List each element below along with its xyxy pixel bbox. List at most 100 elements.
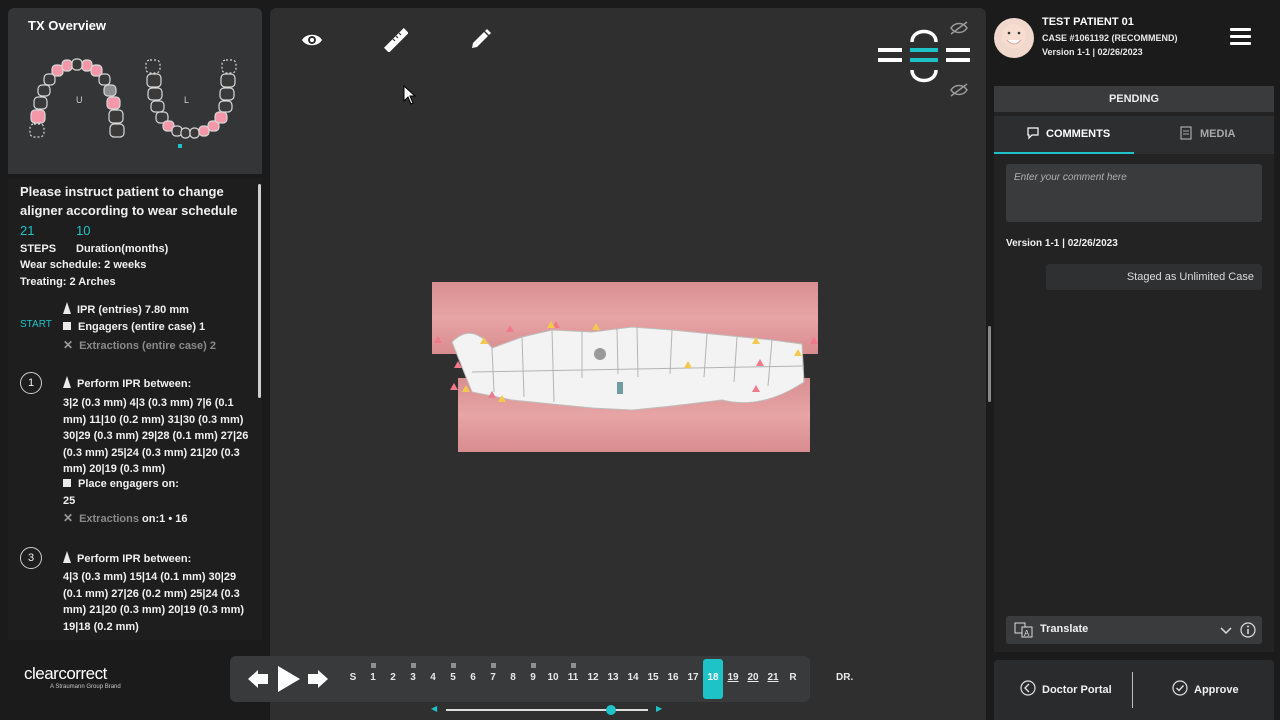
instructions-scrollbar[interactable] [258, 184, 261, 398]
step-1-badge: 1 [20, 372, 42, 394]
timeline-step-1[interactable]: 1 [364, 672, 382, 683]
ipr-triangle-icon [63, 302, 71, 314]
timeline-step-18[interactable]: 18 [704, 672, 722, 683]
timeline-marker [490, 663, 496, 668]
next-step-icon[interactable] [308, 670, 328, 688]
left-panel: TX Overview U L Please instruct patient … [8, 8, 262, 720]
step-1-engagers-details: 25 [63, 495, 76, 507]
viewer-scrollbar[interactable] [988, 326, 991, 402]
document-icon [1180, 126, 1192, 140]
arch-view-control[interactable] [874, 18, 974, 102]
timeline-step-12[interactable]: 12 [584, 672, 602, 683]
pencil-icon[interactable] [468, 28, 492, 52]
panel-tabs: COMMENTS MEDIA [994, 116, 1274, 154]
timeline-step-14[interactable]: 14 [624, 672, 642, 683]
eye-icon[interactable] [300, 28, 324, 52]
svg-text:A: A [1024, 629, 1030, 638]
tab-media[interactable]: MEDIA [1180, 116, 1235, 154]
clearcorrect-logo: clearcorrect A Straumann Group Brand [24, 664, 121, 690]
timeline-step-8[interactable]: 8 [504, 672, 522, 683]
ipr-triangle-icon [63, 551, 71, 563]
timeline-step-21[interactable]: 21 [764, 672, 782, 683]
doctor-step-label[interactable]: DR. [836, 672, 853, 683]
comment-version-line: Version 1-1 | 02/26/2023 [1006, 238, 1118, 249]
back-arrow-icon [1020, 680, 1036, 696]
translate-dropdown[interactable]: A Translate [1006, 616, 1262, 644]
patient-case: CASE #1061192 (RECOMMEND) [1042, 33, 1178, 43]
ruler-icon[interactable] [384, 28, 408, 52]
doctor-portal-button[interactable]: Doctor Portal [1020, 660, 1112, 720]
ipr-triangle-icon [63, 376, 71, 388]
step-1-ipr-details: 3|2 (0.3 mm) 4|3 (0.3 mm) 7|6 (0.1 mm) 1… [63, 397, 249, 475]
timeline-step-6[interactable]: 6 [464, 672, 482, 683]
upper-arch-label: U [76, 95, 83, 105]
timeline-step-20[interactable]: 20 [744, 672, 762, 683]
wear-schedule: Wear schedule: 2 weeks [20, 259, 147, 271]
zoom-slider-track[interactable] [446, 709, 648, 711]
staged-note: Staged as Unlimited Case [1046, 264, 1262, 290]
engager-square-icon [63, 322, 71, 330]
timeline-step-15[interactable]: 15 [644, 672, 662, 683]
timeline-step-R[interactable]: R [784, 672, 802, 683]
slider-left-icon[interactable]: ◀ [431, 704, 437, 713]
action-bar: Doctor Portal Approve [994, 660, 1274, 720]
step-1-engagers-title: Place engagers on: [63, 478, 179, 490]
tab-comments[interactable]: COMMENTS [1026, 116, 1110, 154]
3d-viewer[interactable] [270, 8, 986, 720]
step-3-ipr-details: 4|3 (0.3 mm) 15|14 (0.1 mm) 30|29 (0.1 m… [63, 571, 245, 633]
timeline-step-5[interactable]: 5 [444, 672, 462, 683]
duration-label: Duration(months) [76, 243, 169, 255]
slider-right-icon[interactable]: ▶ [656, 704, 662, 713]
tx-overview-card: TX Overview U L [8, 8, 262, 174]
timeline-step-19[interactable]: 19 [724, 672, 742, 683]
timeline-marker [370, 663, 376, 668]
extraction-x-icon: ✕ [63, 511, 74, 525]
extractions-total: ✕ Extractions (entire case) 2 [63, 338, 217, 352]
chevron-down-icon[interactable] [1220, 627, 1232, 635]
timeline-step-9[interactable]: 9 [524, 672, 542, 683]
teeth-3d-model[interactable] [432, 282, 818, 452]
step-3-ipr-title: Perform IPR between: [63, 551, 191, 565]
timeline-step-4[interactable]: 4 [424, 672, 442, 683]
instructions-panel[interactable]: Please instruct patient to change aligne… [8, 178, 262, 640]
timeline-marker [410, 663, 416, 668]
play-icon[interactable] [278, 666, 300, 692]
timeline-step-S[interactable]: S [344, 672, 362, 683]
status-banner: PENDING [994, 86, 1274, 112]
timeline-step-16[interactable]: 16 [664, 672, 682, 683]
comment-icon [1027, 127, 1039, 140]
timeline-step-13[interactable]: 13 [604, 672, 622, 683]
timeline-step-10[interactable]: 10 [544, 672, 562, 683]
info-icon[interactable] [1240, 622, 1256, 638]
timeline-step-7[interactable]: 7 [484, 672, 502, 683]
engager-square-icon [63, 479, 71, 487]
timeline-marker [530, 663, 536, 668]
steps-label: STEPS [20, 243, 57, 255]
duration-value: 10 [76, 223, 91, 238]
timeline-step-2[interactable]: 2 [384, 672, 402, 683]
steps-value: 21 [20, 223, 35, 238]
step-1-extractions: ✕ Extractions on:1 • 16 [63, 511, 188, 525]
treating: Treating: 2 Arches [20, 276, 116, 288]
approve-button[interactable]: Approve [1172, 660, 1239, 720]
comment-input[interactable] [1006, 164, 1262, 222]
check-icon [1172, 680, 1188, 696]
prev-step-icon[interactable] [248, 670, 268, 688]
step-3-badge: 3 [20, 547, 42, 569]
timeline-step-17[interactable]: 17 [684, 672, 702, 683]
upper-arch-toggle-icon [910, 29, 938, 43]
timeline-step-3[interactable]: 3 [404, 672, 422, 683]
lower-arch-diagram[interactable]: L [138, 58, 248, 158]
hamburger-menu-icon[interactable] [1230, 28, 1251, 49]
ipr-entries: IPR (entries) 7.80 mm [63, 302, 189, 316]
lower-arch-label: L [184, 95, 189, 105]
tx-overview-title: TX Overview [28, 18, 107, 33]
mouse-cursor-icon [403, 85, 417, 105]
upper-arch-diagram[interactable]: U [24, 58, 134, 150]
patient-name: TEST PATIENT 01 [1042, 16, 1134, 28]
instructions-heading: Please instruct patient to change aligne… [20, 184, 238, 218]
step-timeline[interactable]: S 1 2 3 4 5 6 7 8 9 10 11 12 13 14 15 16 17 18 19 20 21 R [230, 656, 810, 702]
right-panel: PENDING COMMENTS MEDIA Version 1-1 | 02/… [994, 86, 1274, 652]
timeline-step-11[interactable]: 11 [564, 672, 582, 683]
zoom-slider-knob[interactable] [606, 705, 616, 715]
